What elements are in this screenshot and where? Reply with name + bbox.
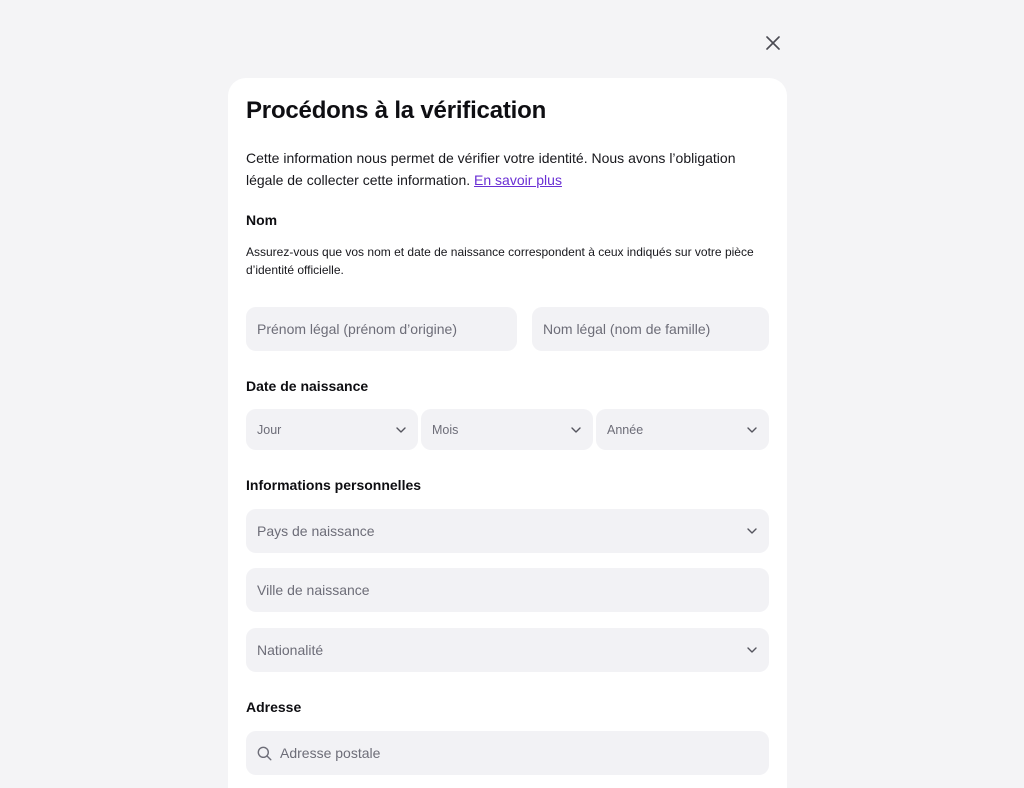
last-name-placeholder: Nom légal (nom de famille) [543,321,711,337]
birth-country-select[interactable]: Pays de naissance [246,509,769,553]
close-icon [766,36,780,50]
personal-section-label: Informations personnelles [246,477,422,493]
intro-text: Cette information nous permet de vérifie… [246,148,766,191]
verification-page: Procédons à la vérification Cette inform… [0,0,1024,788]
postal-address-placeholder: Adresse postale [280,745,381,761]
first-name-input[interactable]: Prénom légal (prénom d’origine) [246,307,517,351]
birth-city-placeholder: Ville de naissance [257,582,370,598]
birth-month-select[interactable]: Mois [421,409,593,450]
learn-more-link[interactable]: En savoir plus [474,172,562,188]
chevron-down-icon [396,426,406,433]
birth-year-value: Année [607,422,644,437]
first-name-placeholder: Prénom légal (prénom d’origine) [257,321,457,337]
birth-day-value: Jour [257,422,282,437]
name-section-label: Nom [246,212,278,228]
chevron-down-icon [747,426,757,433]
nationality-value: Nationalité [257,642,324,658]
close-button[interactable] [760,30,786,56]
verification-card: Procédons à la vérification Cette inform… [228,78,787,788]
chevron-down-icon [571,426,581,433]
birth-year-select[interactable]: Année [596,409,769,450]
birth-day-select[interactable]: Jour [246,409,418,450]
birth-city-input[interactable]: Ville de naissance [246,568,769,612]
name-hint: Assurez-vous que vos nom et date de nais… [246,245,754,277]
chevron-down-icon [747,528,757,534]
birth-country-value: Pays de naissance [257,523,375,539]
search-icon [257,746,272,761]
address-section-label: Adresse [246,699,302,715]
birth-month-value: Mois [432,422,459,437]
page-title: Procédons à la vérification [246,97,547,124]
chevron-down-icon [747,647,757,653]
last-name-input[interactable]: Nom légal (nom de famille) [532,307,769,351]
postal-address-input[interactable]: Adresse postale [246,731,769,775]
nationality-select[interactable]: Nationalité [246,628,769,672]
birthdate-section-label: Date de naissance [246,378,369,394]
